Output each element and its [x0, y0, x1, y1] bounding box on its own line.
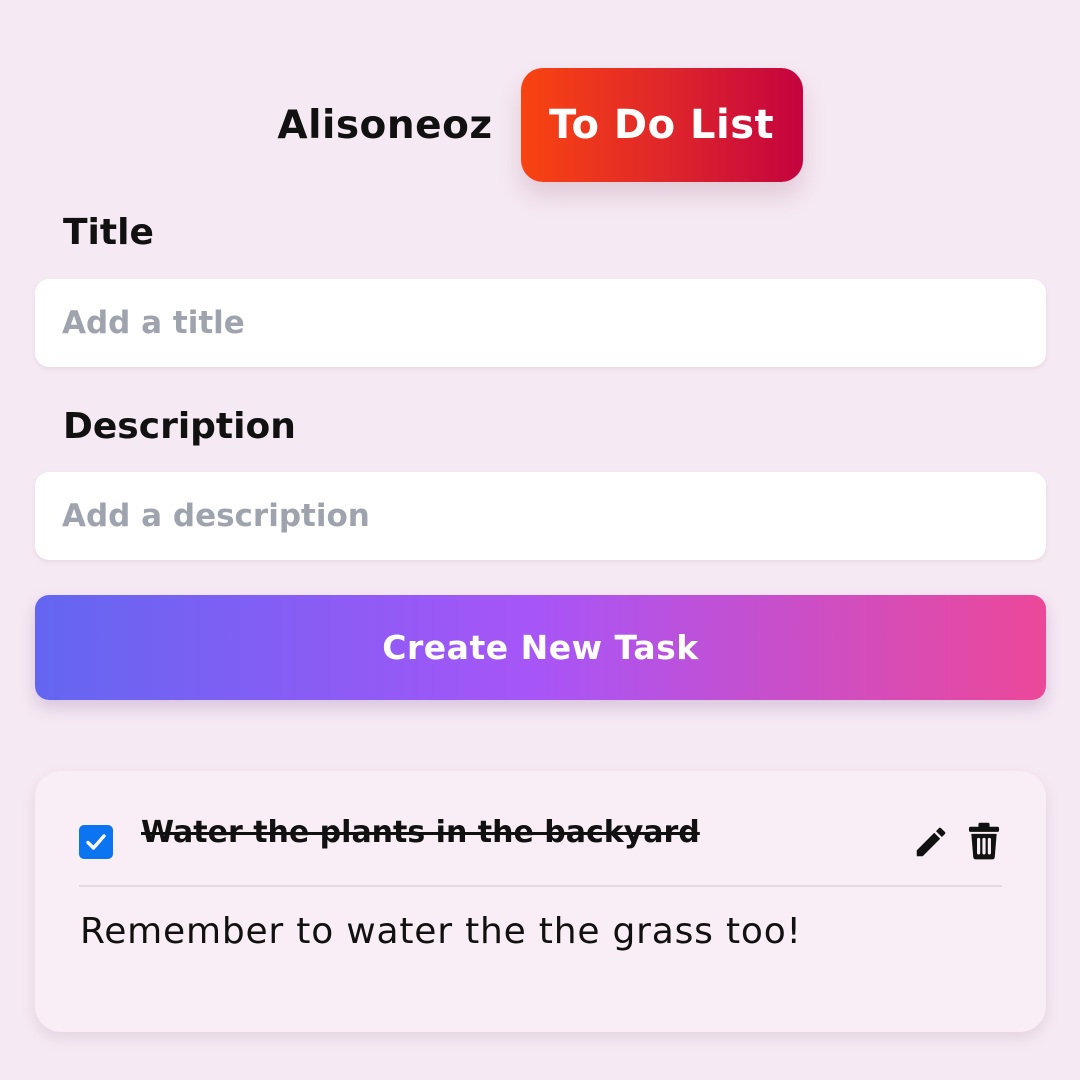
- pencil-icon[interactable]: [912, 823, 950, 861]
- title-input[interactable]: [35, 279, 1046, 367]
- title-label: Title: [63, 212, 154, 253]
- task-divider: [79, 885, 1002, 887]
- app-title-badge: To Do List: [520, 68, 803, 182]
- task-complete-checkbox[interactable]: [79, 825, 113, 859]
- todo-app: Alisoneoz To Do List Title Description C…: [0, 0, 1080, 1080]
- header: Alisoneoz To Do List: [0, 68, 1080, 182]
- task-card: Water the plants in the backyard Remembe…: [35, 771, 1046, 1032]
- task-description: Remember to water the the grass too!: [80, 911, 802, 952]
- description-input[interactable]: [35, 472, 1046, 560]
- brand-name: Alisoneoz: [277, 102, 493, 148]
- task-title: Water the plants in the backyard: [141, 815, 700, 850]
- checkmark-icon: [86, 834, 106, 850]
- trash-icon[interactable]: [968, 822, 1000, 860]
- create-task-button[interactable]: Create New Task: [35, 595, 1046, 700]
- description-label: Description: [63, 406, 296, 447]
